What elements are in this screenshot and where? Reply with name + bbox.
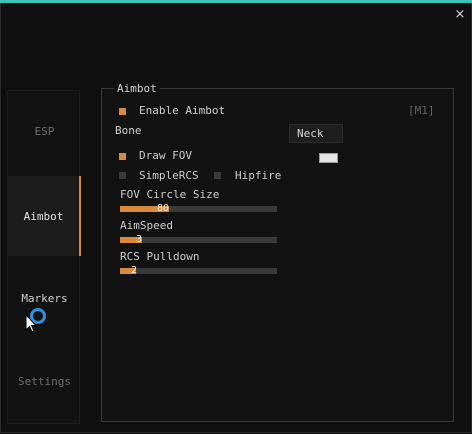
rcs-pulldown-slider[interactable]: 2 <box>120 265 277 276</box>
enable-aimbot-label[interactable]: Enable Aimbot <box>139 104 225 118</box>
hipfire-checkbox[interactable] <box>214 172 221 179</box>
close-icon[interactable]: × <box>453 8 467 22</box>
simple-rcs-checkbox[interactable] <box>119 172 126 179</box>
enable-aimbot-checkbox[interactable] <box>119 108 126 115</box>
rcs-pulldown-value: 2 <box>131 265 138 276</box>
draw-fov-label[interactable]: Draw FOV <box>139 149 192 163</box>
mouse-pointer-icon <box>25 314 37 333</box>
sidebar: ESP Aimbot Markers Settings <box>7 90 81 424</box>
fov-size-value: 80 <box>157 203 170 214</box>
fov-color-swatch[interactable] <box>319 153 338 163</box>
fov-size-label: FOV Circle Size <box>120 188 220 201</box>
aimspeed-value: 3 <box>136 234 143 245</box>
bone-dropdown[interactable]: Neck <box>289 124 343 143</box>
aimbot-hotkey[interactable]: [M1] <box>408 104 435 118</box>
bone-label: Bone <box>115 124 142 137</box>
tab-aimbot[interactable]: Aimbot <box>8 176 81 256</box>
hipfire-label[interactable]: Hipfire <box>235 169 281 183</box>
tab-settings[interactable]: Settings <box>8 341 81 421</box>
group-title: Aimbot <box>114 82 160 95</box>
aimspeed-label: AimSpeed <box>120 219 173 232</box>
fov-size-slider[interactable]: 80 <box>120 203 277 214</box>
tab-markers[interactable]: Markers <box>8 258 81 338</box>
draw-fov-checkbox[interactable] <box>119 153 126 160</box>
simple-rcs-label[interactable]: SimpleRCS <box>139 169 199 183</box>
aimspeed-slider[interactable]: 3 <box>120 234 277 245</box>
rcs-pulldown-label: RCS Pulldown <box>120 250 200 263</box>
tab-esp[interactable]: ESP <box>8 91 81 171</box>
